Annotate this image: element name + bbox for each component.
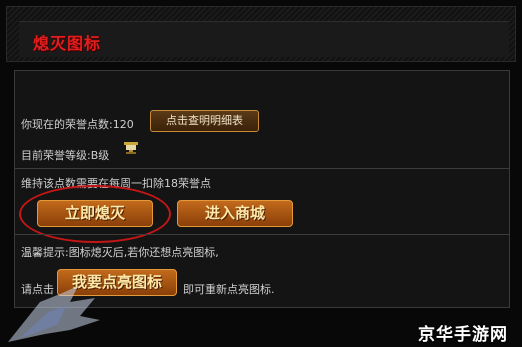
page-title: 熄灭图标 — [33, 34, 102, 53]
trophy-icon — [124, 142, 138, 154]
enter-shop-button[interactable]: 进入商城 — [177, 200, 293, 227]
header-bar: 熄灭图标 — [19, 21, 509, 57]
honor-points-text: 你现在的荣誉点数:120 — [21, 118, 134, 131]
panel-header: 熄灭图标 — [6, 6, 516, 62]
reminder-suffix: 即可重新点亮图标. — [183, 283, 275, 296]
honor-level-text: 目前荣誉等级:B级 — [21, 149, 110, 162]
winged-shield-logo — [8, 286, 100, 342]
reminder-tip: 温馨提示:图标熄灭后,若你还想点亮图标, — [21, 246, 219, 259]
view-details-button[interactable]: 点击查明明细表 — [150, 110, 259, 132]
extinguish-now-button[interactable]: 立即熄灭 — [37, 200, 153, 227]
divider — [15, 234, 509, 235]
watermark-site: 京华手游网 — [418, 325, 508, 345]
honor-panel: 熄灭图标 你现在的荣誉点数:120 点击查明明细表 目前荣誉等级:B级 维持该点… — [0, 0, 522, 347]
divider — [15, 168, 509, 169]
